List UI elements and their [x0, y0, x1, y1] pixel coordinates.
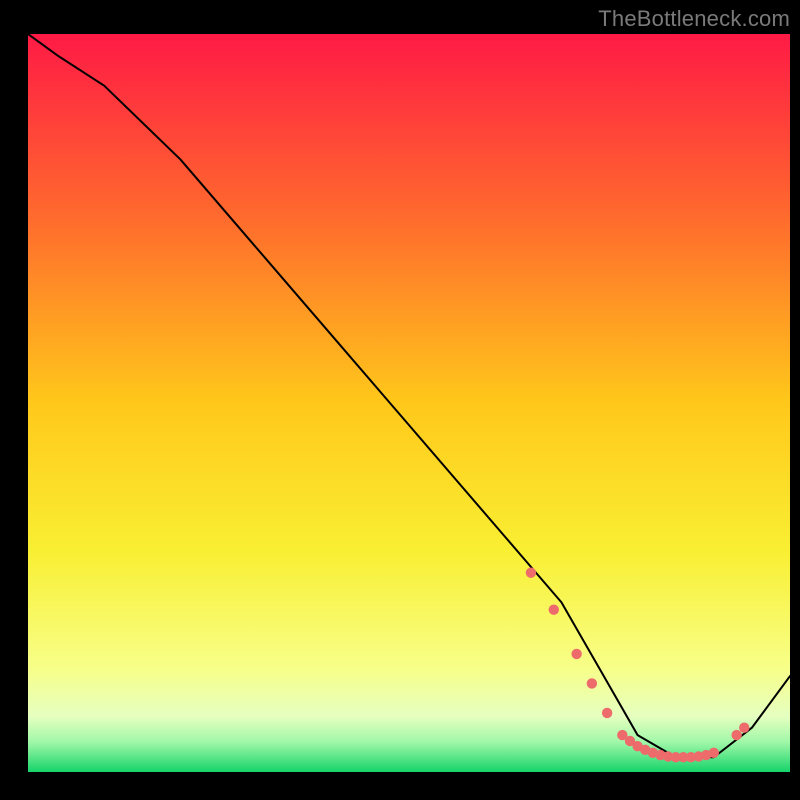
- marker-point: [709, 748, 719, 758]
- gradient-background: [28, 34, 790, 772]
- marker-point: [731, 730, 741, 740]
- chart-frame: TheBottleneck.com: [0, 0, 800, 800]
- marker-point: [549, 604, 559, 614]
- chart-svg: [28, 34, 790, 772]
- marker-point: [526, 568, 536, 578]
- watermark-text: TheBottleneck.com: [598, 6, 790, 32]
- marker-point: [571, 649, 581, 659]
- marker-point: [602, 708, 612, 718]
- marker-point: [587, 678, 597, 688]
- plot-area: [28, 34, 790, 772]
- marker-point: [739, 723, 749, 733]
